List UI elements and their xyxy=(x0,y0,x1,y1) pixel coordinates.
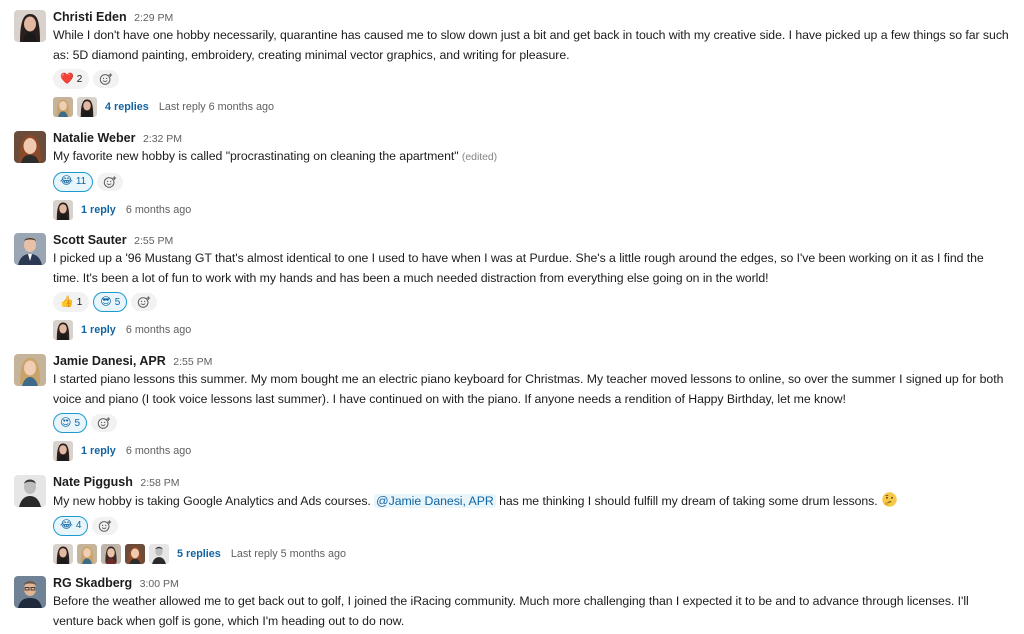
last-reply: 6 months ago xyxy=(125,445,192,457)
timestamp[interactable]: 3:00 PM xyxy=(140,578,179,590)
avatar xyxy=(53,97,73,117)
reaction-count: 5 xyxy=(114,296,121,308)
add-emoji-icon xyxy=(137,295,151,309)
avatar xyxy=(149,544,169,564)
reactions: 👍 1 😎 5 xyxy=(53,292,1012,312)
avatar xyxy=(125,544,145,564)
edited-label: (edited) xyxy=(461,151,498,163)
replies-link[interactable]: 5 replies xyxy=(177,548,221,560)
timestamp[interactable]: 2:32 PM xyxy=(143,133,182,145)
avatar[interactable] xyxy=(14,131,46,163)
sender-name[interactable]: Natalie Weber xyxy=(53,131,135,145)
sender-name[interactable]: Nate Piggush xyxy=(53,475,133,489)
message-text: I started piano lessons this summer. My … xyxy=(53,372,1004,406)
timestamp[interactable]: 2:29 PM xyxy=(134,12,173,24)
avatar[interactable] xyxy=(14,233,46,265)
add-emoji-icon xyxy=(99,72,113,86)
reactions: ❤️ 2 xyxy=(53,69,1012,89)
reaction-count: 5 xyxy=(74,417,81,429)
timestamp[interactable]: 2:58 PM xyxy=(140,477,179,489)
reaction-count: 11 xyxy=(75,176,87,187)
message-text: Before the weather allowed me to get bac… xyxy=(53,594,969,628)
reaction-heart-eyes[interactable]: 😍 5 xyxy=(53,413,88,433)
add-emoji-icon xyxy=(97,416,111,430)
sender-name[interactable]: Jamie Danesi, APR xyxy=(53,354,166,368)
user-mention[interactable]: @Jamie Danesi, APR xyxy=(374,494,496,508)
avatar xyxy=(53,441,73,461)
avatar xyxy=(77,97,97,117)
joy-icon: 😂 xyxy=(60,519,73,531)
last-reply: 6 months ago xyxy=(125,324,192,336)
thumbs-up-icon: 👍 xyxy=(60,295,74,308)
message-body: My favorite new hobby is called "procras… xyxy=(53,149,459,163)
message-text: My new hobby is taking Google Analytics … xyxy=(53,491,1012,512)
heart-eyes-icon: 😍 xyxy=(60,416,72,429)
add-reaction-button[interactable] xyxy=(92,516,119,535)
add-reaction-button[interactable] xyxy=(131,293,158,311)
avatar[interactable] xyxy=(14,10,46,42)
message-text: While I don't have one hobby necessarily… xyxy=(53,28,1009,62)
joy-icon: 😂 xyxy=(60,175,73,187)
reaction-count: 4 xyxy=(75,520,82,531)
reaction-thumbsup[interactable]: 👍 1 xyxy=(53,292,90,312)
reaction-count: 1 xyxy=(76,296,83,308)
thread-summary[interactable]: 1 reply 6 months ago xyxy=(53,200,1012,220)
timestamp[interactable]: 2:55 PM xyxy=(134,235,173,247)
avatar[interactable] xyxy=(14,354,46,386)
avatar[interactable] xyxy=(14,576,46,608)
message-body: My new hobby is taking Google Analytics … xyxy=(53,494,371,508)
thread-summary[interactable]: 4 replies Last reply 6 months ago xyxy=(53,97,1012,117)
add-reaction-button[interactable] xyxy=(97,172,124,191)
add-reaction-button[interactable] xyxy=(93,70,120,88)
avatar xyxy=(53,200,73,220)
add-reaction-button[interactable] xyxy=(91,414,118,432)
thread-summary[interactable]: 1 reply 6 months ago xyxy=(53,441,1012,461)
add-emoji-icon xyxy=(103,175,117,189)
reaction-sunglasses[interactable]: 😎 5 xyxy=(93,292,128,312)
replies-link[interactable]: 1 reply xyxy=(81,204,116,216)
reaction-joy[interactable]: 😂 11 xyxy=(53,171,94,192)
heart-icon: ❤️ xyxy=(60,72,74,85)
timestamp[interactable]: 2:55 PM xyxy=(173,356,212,368)
replies-link[interactable]: 4 replies xyxy=(105,101,149,113)
avatar[interactable] xyxy=(14,475,46,507)
thread-summary[interactable]: 5 replies Last reply 5 months ago xyxy=(53,544,1012,564)
message-text: I picked up a '96 Mustang GT that's almo… xyxy=(53,251,984,285)
avatar xyxy=(77,544,97,564)
avatar xyxy=(53,544,73,564)
thread-summary[interactable]: 1 reply 6 months ago xyxy=(53,320,1012,340)
last-reply: Last reply 5 months ago xyxy=(230,547,347,560)
reaction-count: 2 xyxy=(76,73,83,85)
sender-name[interactable]: Scott Sauter xyxy=(53,233,127,247)
last-reply: Last reply 6 months ago xyxy=(158,101,275,113)
avatar xyxy=(53,320,73,340)
sender-name[interactable]: RG Skadberg xyxy=(53,576,132,590)
reactions: 😂 4 xyxy=(53,515,1012,536)
sender-name[interactable]: Christi Eden xyxy=(53,10,127,24)
last-reply: 6 months ago xyxy=(125,203,192,216)
replies-link[interactable]: 1 reply xyxy=(81,445,116,457)
reactions: 😂 11 xyxy=(53,171,1012,192)
replies-link[interactable]: 1 reply xyxy=(81,324,116,336)
reaction-heart[interactable]: ❤️ 2 xyxy=(53,69,90,89)
avatar xyxy=(101,544,121,564)
add-emoji-icon xyxy=(98,519,112,533)
reaction-joy[interactable]: 😂 4 xyxy=(53,515,89,536)
thinking-face-icon xyxy=(882,492,897,507)
sunglasses-icon: 😎 xyxy=(100,295,112,308)
message-body: has me thinking I should fulfill my drea… xyxy=(499,494,878,508)
message-text: My favorite new hobby is called "procras… xyxy=(53,147,1012,168)
reactions: 😍 5 xyxy=(53,413,1012,433)
